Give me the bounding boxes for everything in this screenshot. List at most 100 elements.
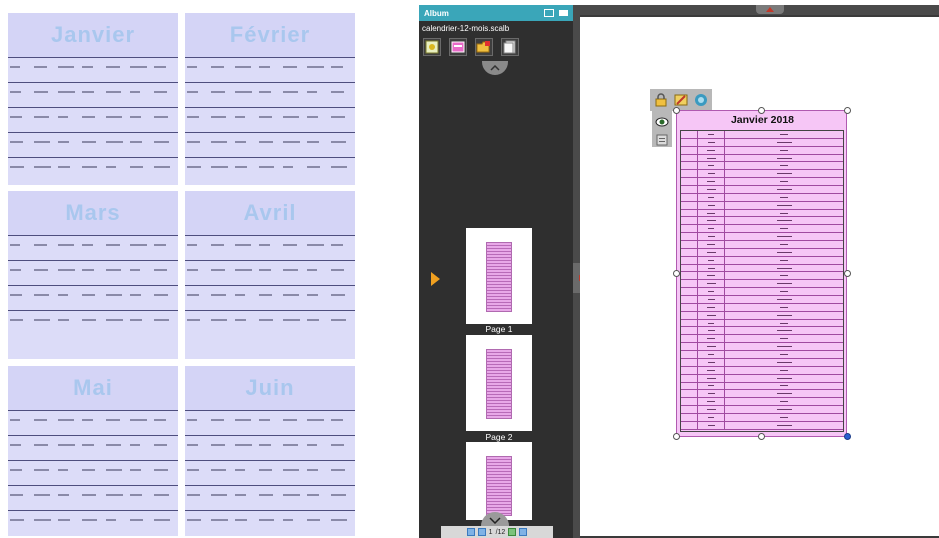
- day-number-cell: [681, 374, 698, 382]
- sheet-row-mark: [487, 498, 511, 499]
- day-cell-mark: [259, 469, 272, 471]
- week-row: [185, 435, 355, 460]
- day-number-cell: [681, 241, 698, 248]
- day-cell-mark: [331, 166, 347, 168]
- day-cell-mark: [187, 244, 197, 246]
- text-mark: [707, 338, 715, 340]
- calendar-table[interactable]: [680, 130, 844, 432]
- panel-icon[interactable]: [559, 10, 568, 16]
- day-cell-mark: [283, 66, 297, 68]
- first-page-icon[interactable]: [466, 528, 475, 536]
- day-cell-mark: [259, 66, 270, 68]
- table-row: [681, 319, 843, 328]
- saint-name-cell: [725, 241, 843, 248]
- resize-handle-top-left[interactable]: [673, 107, 680, 114]
- text-mark: [776, 424, 792, 426]
- day-cell-mark: [10, 116, 22, 118]
- day-number-cell: [681, 178, 698, 186]
- edit-button[interactable]: [673, 92, 689, 108]
- document-page[interactable]: Janvier 2018: [676, 110, 847, 437]
- panel-splitter[interactable]: [573, 5, 582, 538]
- day-cell-mark: [211, 244, 224, 246]
- current-page[interactable]: 1: [489, 529, 493, 536]
- refresh-button[interactable]: [693, 92, 709, 108]
- day-cell-mark: [82, 141, 96, 143]
- add-page-button[interactable]: [423, 38, 441, 56]
- resize-handle-bottom[interactable]: [758, 433, 765, 440]
- view-toggle-icon[interactable]: [544, 9, 554, 17]
- day-cell-mark: [259, 519, 274, 521]
- text-mark: [780, 416, 788, 418]
- text-mark: [707, 424, 715, 426]
- visibility-button[interactable]: [654, 114, 670, 129]
- table-row: [681, 390, 843, 399]
- text-mark: [776, 377, 792, 379]
- resize-handle-left[interactable]: [673, 270, 680, 277]
- last-page-icon[interactable]: [519, 528, 528, 536]
- day-cell-mark: [283, 116, 299, 118]
- properties-button[interactable]: [654, 132, 670, 147]
- resize-handle-bottom-right[interactable]: [844, 433, 851, 440]
- sheet-row-mark: [487, 486, 511, 487]
- sheet-row-mark: [487, 510, 511, 511]
- day-cell-mark: [187, 494, 200, 496]
- day-cell-mark: [10, 66, 20, 68]
- open-folder-button[interactable]: [475, 38, 493, 56]
- text-mark: [707, 275, 715, 277]
- day-cell-mark: [58, 494, 69, 496]
- resize-handle-right[interactable]: [844, 270, 851, 277]
- lock-icon: [655, 93, 667, 107]
- day-cell-mark: [58, 116, 68, 118]
- sheet-row-mark: [487, 290, 511, 291]
- table-row: [681, 170, 843, 179]
- resize-handle-top-right[interactable]: [844, 107, 851, 114]
- collapse-top-button[interactable]: [756, 5, 784, 14]
- day-cell-mark: [34, 294, 49, 296]
- expand-arrow-icon[interactable]: [431, 272, 440, 286]
- album-file-name: calendrier-12-mois.scalb: [422, 24, 510, 33]
- sheet-row-mark: [487, 477, 511, 478]
- text-mark: [706, 220, 716, 222]
- saint-name-cell: [725, 147, 843, 154]
- day-cell-mark: [307, 66, 324, 68]
- day-cell-mark: [307, 141, 319, 143]
- saint-name-cell: [725, 288, 843, 295]
- prev-page-icon[interactable]: [477, 528, 486, 536]
- page-thumbnail-1[interactable]: [466, 228, 532, 324]
- day-cell-mark: [259, 419, 270, 421]
- week-row: [8, 510, 178, 535]
- text-mark: [706, 283, 716, 285]
- day-number-cell: [681, 366, 698, 374]
- table-row: [681, 296, 843, 304]
- resize-handle-top[interactable]: [758, 107, 765, 114]
- table-row: [681, 351, 843, 359]
- day-cell-mark: [187, 444, 198, 446]
- pink-template-button[interactable]: [449, 38, 467, 56]
- document-button[interactable]: [501, 38, 519, 56]
- text-mark: [708, 291, 714, 293]
- text-mark: [708, 228, 714, 230]
- day-cell-mark: [307, 494, 319, 496]
- sheet-row-mark: [487, 245, 511, 246]
- text-mark: [706, 346, 716, 348]
- lock-button[interactable]: [653, 92, 669, 108]
- sheet-row-mark: [487, 412, 511, 413]
- table-row: [681, 421, 843, 430]
- page-thumbnail-2[interactable]: [466, 335, 532, 431]
- day-cell-mark: [130, 519, 143, 521]
- day-cell-mark: [211, 116, 226, 118]
- table-row: [681, 327, 843, 336]
- resize-handle-bottom-left[interactable]: [673, 433, 680, 440]
- text-mark: [780, 243, 788, 245]
- weekday-cell: [698, 374, 725, 382]
- week-row: [8, 435, 178, 460]
- page-label: Page 2: [485, 432, 513, 442]
- day-number-cell: [681, 406, 698, 413]
- table-row: [681, 248, 843, 257]
- next-page-icon[interactable]: [508, 528, 517, 536]
- page-thumbnail-3[interactable]: [466, 442, 532, 520]
- weekday-cell: [698, 421, 725, 429]
- collapse-toolbar-button[interactable]: [482, 61, 508, 75]
- table-row: [681, 256, 843, 265]
- weekday-cell: [698, 193, 725, 201]
